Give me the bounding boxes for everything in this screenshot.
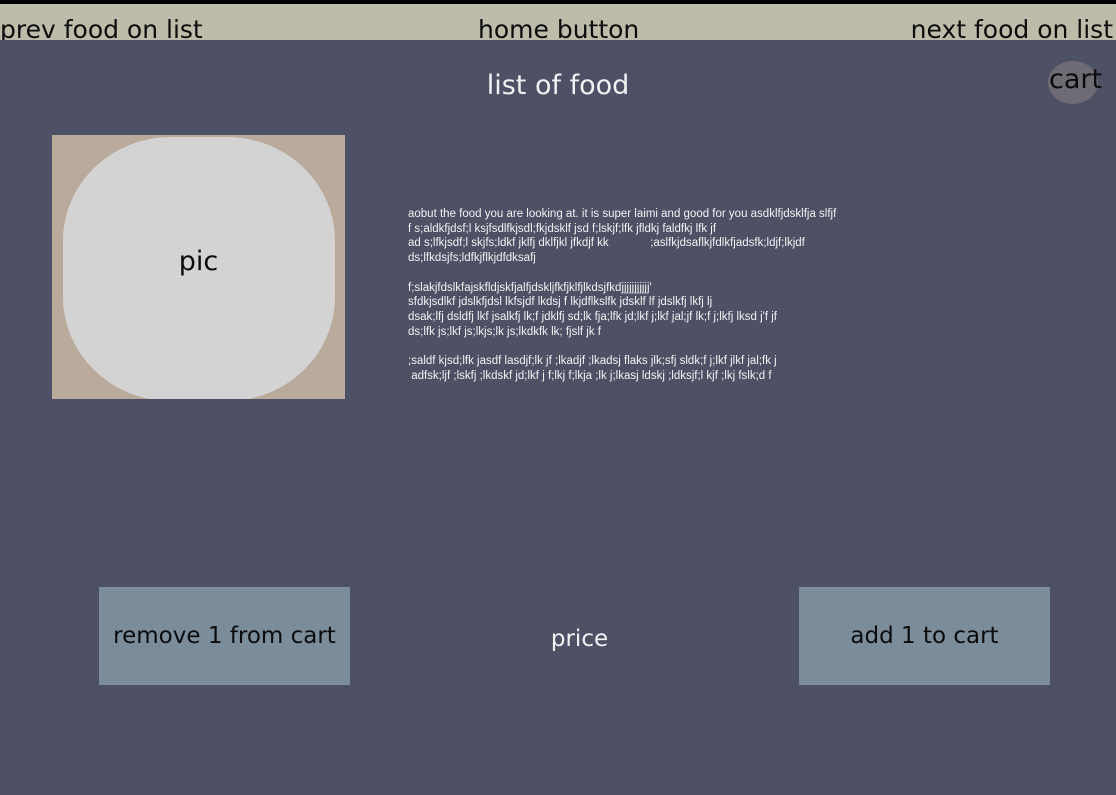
add-to-cart-button[interactable]: add 1 to cart <box>799 587 1050 685</box>
cart-label[interactable]: cart <box>1049 64 1102 95</box>
top-navigation-bar: prev food on list home button next food … <box>0 4 1116 40</box>
next-food-button[interactable]: next food on list <box>911 12 1113 40</box>
home-button[interactable]: home button <box>478 12 639 40</box>
food-picture: pic <box>52 135 345 399</box>
page-title: list of food <box>486 70 630 101</box>
picture-label: pic <box>178 246 219 277</box>
food-description: aobut the food you are looking at. it is… <box>408 208 837 382</box>
prev-food-button[interactable]: prev food on list <box>0 12 203 40</box>
